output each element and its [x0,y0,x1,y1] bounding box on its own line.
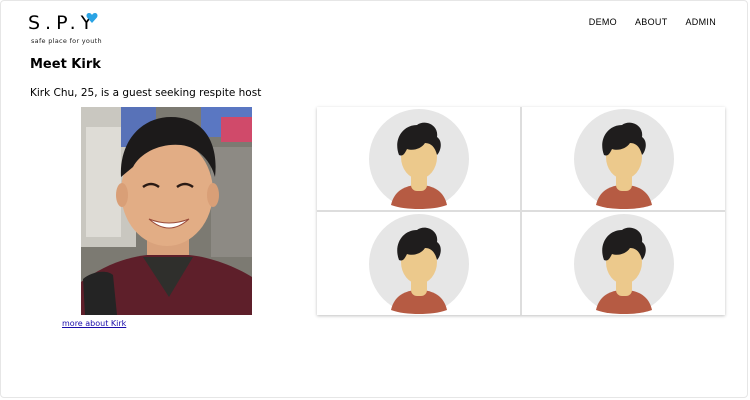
nav-about[interactable]: ABOUT [635,17,668,27]
avatar-placeholder-icon [368,108,469,209]
nav-demo[interactable]: DEMO [589,17,617,27]
more-about-link[interactable]: more about Kirk [62,319,126,328]
guest-photo [81,107,252,315]
host-card[interactable] [522,212,725,315]
nav-admin[interactable]: ADMIN [686,17,717,27]
avatar-placeholder-icon [368,213,469,314]
logo-tagline: safe place for youth [31,37,102,45]
host-grid [317,107,725,315]
host-card[interactable] [317,107,520,210]
heart-icon [86,13,98,23]
host-card[interactable] [522,107,725,210]
guest-description: Kirk Chu, 25, is a guest seeking respite… [30,87,262,99]
page-title: Meet Kirk [30,57,101,72]
host-card[interactable] [317,212,520,315]
avatar-placeholder-icon [573,213,674,314]
brand-logo[interactable]: S.P.Y safe place for youth [28,12,102,45]
top-nav: DEMO ABOUT ADMIN [589,17,716,27]
avatar-placeholder-icon [573,108,674,209]
